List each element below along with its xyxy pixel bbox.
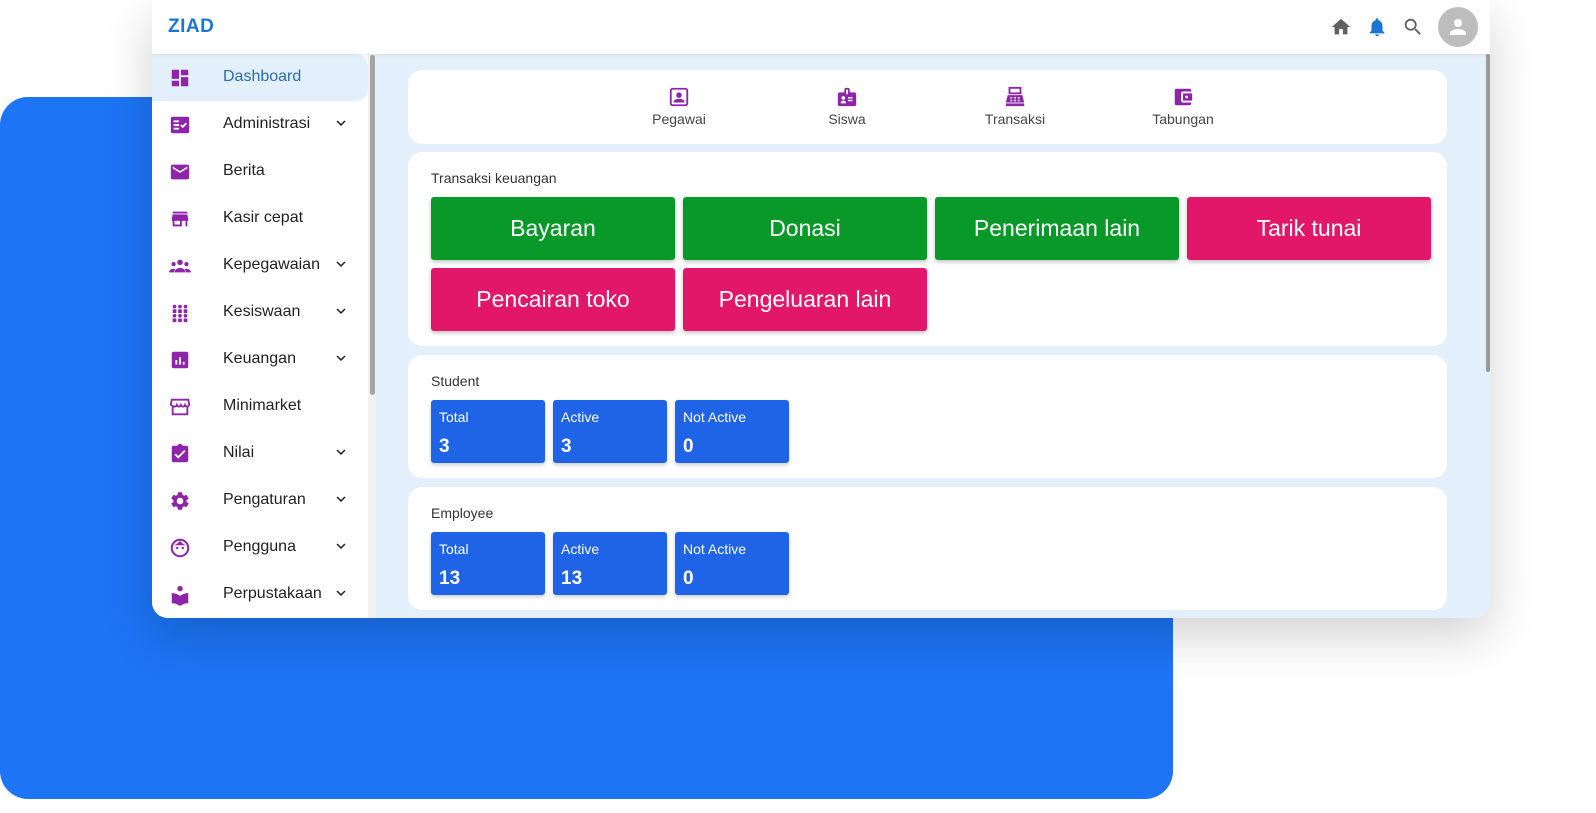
checklist-icon [169,114,191,136]
stat-label: Total [439,409,469,425]
assignment-check-icon [169,443,191,465]
chevron-down-icon[interactable] [332,490,350,508]
stat-label: Not Active [683,541,747,557]
quick-link-label: Transaksi [984,111,1046,127]
pengeluaran-lain-button[interactable]: Pengeluaran lain [683,268,927,331]
chevron-down-icon[interactable] [332,255,350,273]
home-icon[interactable] [1330,16,1352,38]
stat-label: Active [561,409,600,425]
donasi-button[interactable]: Donasi [683,197,927,260]
wallet-icon [1172,86,1194,108]
sidebar-item-label: Kepegawaian [223,256,320,273]
student-active-stat[interactable]: Active 3 [553,400,667,463]
main-content: Pegawai Siswa Transaksi Tabungan Transak… [376,54,1490,618]
employee-card: Employee Total 13 Active 13 Not Active 0 [408,487,1447,610]
sidebar-item-perpustakaan[interactable]: Perpustakaan [152,571,368,618]
sidebar-item-label: Keuangan [223,350,296,367]
quick-link-transaksi[interactable]: Transaksi [955,86,1075,127]
penerimaan-lain-button[interactable]: Penerimaan lain [935,197,1179,260]
chevron-down-icon[interactable] [332,114,350,132]
quick-link-tabungan[interactable]: Tabungan [1123,86,1243,127]
stat-value: 13 [439,568,461,589]
book-reader-icon [169,584,191,606]
main-scrollbar[interactable] [1486,54,1490,372]
quick-link-label: Siswa [828,111,866,127]
stat-value: 13 [561,568,583,589]
quick-links-card: Pegawai Siswa Transaksi Tabungan [408,70,1447,144]
finance-chart-icon [169,349,191,371]
employee-active-stat[interactable]: Active 13 [553,532,667,595]
sidebar-item-kesiswaan[interactable]: Kesiswaan [152,289,368,336]
sidebar-item-kasir-cepat[interactable]: Kasir cepat [152,195,368,242]
sidebar-item-administrasi[interactable]: Administrasi [152,101,368,148]
chevron-down-icon[interactable] [332,584,350,602]
employee-title: Employee [431,505,494,521]
chevron-down-icon[interactable] [332,537,350,555]
stat-value: 3 [561,436,572,457]
sidebar-scrollbar[interactable] [370,55,375,395]
sidebar-item-nilai[interactable]: Nilai [152,430,368,477]
student-title: Student [431,373,480,389]
store-icon [169,208,191,230]
search-icon[interactable] [1402,16,1424,38]
sidebar-item-berita[interactable]: Berita [152,148,368,195]
account-avatar-icon[interactable] [1438,7,1478,47]
sidebar-item-label: Dashboard [223,68,302,85]
stat-value: 0 [683,436,694,457]
sidebar-item-label: Nilai [223,444,255,461]
sidebar-item-pengaturan[interactable]: Pengaturan [152,477,368,524]
quick-link-pegawai[interactable]: Pegawai [619,86,739,127]
brand-logo[interactable]: ZIAD [168,16,214,38]
quick-link-siswa[interactable]: Siswa [787,86,907,127]
app-window: ZIAD Dashboard Administrasi Berita Kasir… [152,0,1490,618]
bayaran-button[interactable]: Bayaran [431,197,675,260]
sidebar-item-label: Pengguna [223,538,296,555]
sidebar-item-label: Administrasi [223,115,311,132]
employee-total-stat[interactable]: Total 13 [431,532,545,595]
sidebar-item-keuangan[interactable]: Keuangan [152,336,368,383]
stat-label: Not Active [683,409,747,425]
dashboard-icon [169,67,191,89]
sidebar-item-label: Minimarket [223,397,302,414]
chevron-down-icon[interactable] [332,349,350,367]
student-badge-icon [836,86,858,108]
id-badge-icon [668,86,690,108]
bell-icon[interactable] [1366,16,1388,38]
quick-link-label: Pegawai [652,111,706,127]
chevron-down-icon[interactable] [332,302,350,320]
sidebar-item-minimarket[interactable]: Minimarket [152,383,368,430]
cash-register-icon [1004,86,1026,108]
storefront-icon [169,396,191,418]
transactions-title: Transaksi keuangan [431,170,557,186]
sidebar-item-label: Pengaturan [223,491,306,508]
mail-icon [169,161,191,183]
tarik-tunai-button[interactable]: Tarik tunai [1187,197,1431,260]
employee-not-active-stat[interactable]: Not Active 0 [675,532,789,595]
sidebar-item-kepegawaian[interactable]: Kepegawaian [152,242,368,289]
sidebar-item-label: Perpustakaan [223,585,322,602]
student-total-stat[interactable]: Total 3 [431,400,545,463]
student-card: Student Total 3 Active 3 Not Active 0 [408,355,1447,478]
sidebar: Dashboard Administrasi Berita Kasir cepa… [152,54,376,618]
face-icon [169,537,191,559]
gear-icon [169,490,191,512]
student-not-active-stat[interactable]: Not Active 0 [675,400,789,463]
top-bar-actions [1330,7,1478,47]
sidebar-item-label: Berita [223,162,265,179]
stat-value: 0 [683,568,694,589]
sidebar-item-pengguna[interactable]: Pengguna [152,524,368,571]
stat-label: Active [561,541,600,557]
stat-label: Total [439,541,469,557]
students-icon [169,302,191,324]
stat-value: 3 [439,436,450,457]
group-icon [169,255,191,277]
pencairan-toko-button[interactable]: Pencairan toko [431,268,675,331]
transactions-card: Transaksi keuangan Bayaran Donasi Peneri… [408,152,1447,346]
chevron-down-icon[interactable] [332,443,350,461]
sidebar-item-label: Kasir cepat [223,209,304,226]
sidebar-item-dashboard[interactable]: Dashboard [152,54,368,101]
top-bar: ZIAD [152,0,1490,54]
quick-link-label: Tabungan [1152,111,1214,127]
sidebar-item-label: Kesiswaan [223,303,301,320]
